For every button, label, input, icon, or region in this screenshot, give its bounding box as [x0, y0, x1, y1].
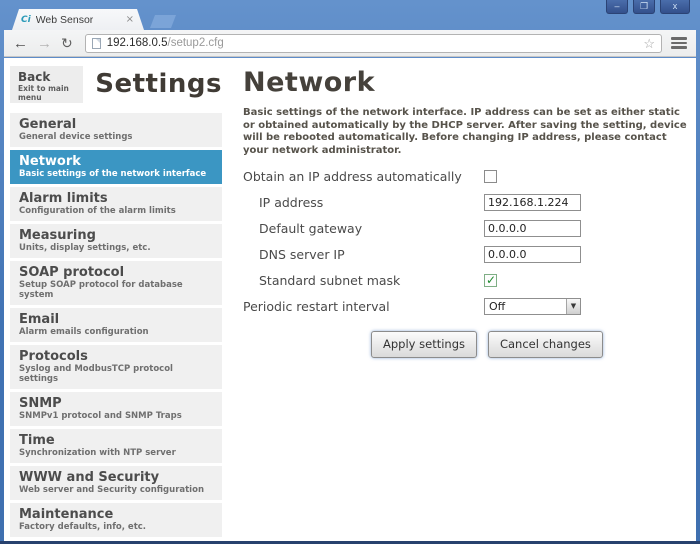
- sidebar-item-label: General: [19, 117, 213, 132]
- sidebar-item-label: Maintenance: [19, 507, 213, 522]
- subnet-mask-checkbox[interactable]: [484, 274, 497, 287]
- page-content: Back Exit to main menu Settings General …: [4, 58, 696, 541]
- back-nav-icon[interactable]: ←: [13, 36, 28, 51]
- browser-window: Ci Web Sensor × – ❐ x ← → ↻ 192.168.0.5 …: [0, 0, 700, 544]
- tab-favicon-icon: Ci: [21, 15, 31, 25]
- sidebar-item-desc: Basic settings of the network interface: [19, 169, 213, 179]
- sidebar-item-time[interactable]: Time Synchronization with NTP server: [10, 429, 222, 463]
- sidebar-item-protocols[interactable]: Protocols Syslog and ModbusTCP protocol …: [10, 345, 222, 389]
- default-gateway-label: Default gateway: [243, 221, 484, 236]
- sidebar-item-desc: SNMPv1 protocol and SNMP Traps: [19, 411, 213, 421]
- back-button-label: Back: [18, 70, 75, 84]
- sidebar-item-email[interactable]: Email Alarm emails configuration: [10, 308, 222, 342]
- address-bar[interactable]: 192.168.0.5 /setup2.cfg ☆: [85, 34, 662, 53]
- form-row-ip-address: IP address: [243, 194, 695, 210]
- sidebar-item-desc: Synchronization with NTP server: [19, 448, 213, 458]
- page-description: Basic settings of the network interface.…: [243, 107, 695, 157]
- form-row-subnet-mask: Standard subnet mask: [243, 272, 695, 288]
- sidebar-item-desc: Setup SOAP protocol for database system: [19, 280, 213, 300]
- sidebar-item-label: Network: [19, 154, 213, 169]
- dhcp-label: Obtain an IP address automatically: [243, 169, 484, 184]
- page-title: Network: [243, 68, 695, 98]
- sidebar-item-snmp[interactable]: SNMP SNMPv1 protocol and SNMP Traps: [10, 392, 222, 426]
- sidebar-item-maintenance[interactable]: Maintenance Factory defaults, info, etc.: [10, 503, 222, 537]
- url-path: /setup2.cfg: [168, 37, 224, 49]
- sidebar-item-www-and-security[interactable]: WWW and Security Web server and Security…: [10, 466, 222, 500]
- cancel-changes-button[interactable]: Cancel changes: [488, 331, 603, 358]
- form-buttons: Apply settings Cancel changes: [371, 331, 695, 358]
- network-settings-panel: Network Basic settings of the network in…: [222, 66, 700, 541]
- ip-address-field[interactable]: [484, 194, 581, 211]
- dns-server-field[interactable]: [484, 246, 581, 263]
- tab-close-icon[interactable]: ×: [126, 15, 134, 25]
- new-tab-button[interactable]: [150, 15, 176, 28]
- browser-titlebar: Ci Web Sensor × – ❐ x: [0, 0, 700, 30]
- sidebar-item-label: SNMP: [19, 396, 213, 411]
- url-host: 192.168.0.5: [107, 37, 168, 49]
- sidebar-item-desc: Configuration of the alarm limits: [19, 206, 213, 216]
- sidebar-item-network[interactable]: Network Basic settings of the network in…: [10, 150, 222, 184]
- form-row-dhcp: Obtain an IP address automatically: [243, 168, 695, 184]
- browser-toolbar: ← → ↻ 192.168.0.5 /setup2.cfg ☆: [4, 30, 696, 57]
- sidebar-item-desc: Factory defaults, info, etc.: [19, 522, 213, 532]
- sidebar-header: Back Exit to main menu Settings: [10, 66, 222, 103]
- close-window-button[interactable]: x: [660, 0, 690, 14]
- settings-sidebar: Back Exit to main menu Settings General …: [10, 66, 222, 541]
- form-row-restart-interval: Periodic restart interval Off ▼: [243, 298, 695, 314]
- sidebar-item-desc: Syslog and ModbusTCP protocol settings: [19, 364, 213, 384]
- sidebar-item-general[interactable]: General General device settings: [10, 113, 222, 147]
- ip-address-label: IP address: [243, 195, 484, 210]
- sidebar-item-desc: Alarm emails configuration: [19, 327, 213, 337]
- back-button-sublabel: Exit to main menu: [18, 84, 75, 102]
- bookmark-star-icon[interactable]: ☆: [643, 37, 655, 50]
- sidebar-item-measuring[interactable]: Measuring Units, display settings, etc.: [10, 224, 222, 258]
- chevron-down-icon: ▼: [566, 299, 580, 314]
- sidebar-item-desc: Web server and Security configuration: [19, 485, 213, 495]
- sidebar-item-alarm-limits[interactable]: Alarm limits Configuration of the alarm …: [10, 187, 222, 221]
- apply-settings-button[interactable]: Apply settings: [371, 331, 477, 358]
- restart-interval-label: Periodic restart interval: [243, 299, 484, 314]
- page-document-icon: [92, 38, 101, 49]
- restart-interval-select[interactable]: Off ▼: [484, 298, 581, 315]
- window-controls: – ❐ x: [606, 0, 690, 14]
- subnet-mask-label: Standard subnet mask: [243, 273, 484, 288]
- chrome-menu-icon[interactable]: [671, 37, 687, 49]
- dns-server-label: DNS server IP: [243, 247, 484, 262]
- sidebar-item-label: WWW and Security: [19, 470, 213, 485]
- form-row-default-gateway: Default gateway: [243, 220, 695, 236]
- sidebar-item-label: Protocols: [19, 349, 213, 364]
- sidebar-item-desc: General device settings: [19, 132, 213, 142]
- form-row-dns-server: DNS server IP: [243, 246, 695, 262]
- sidebar-item-soap-protocol[interactable]: SOAP protocol Setup SOAP protocol for da…: [10, 261, 222, 305]
- sidebar-item-desc: Units, display settings, etc.: [19, 243, 213, 253]
- browser-tab[interactable]: Ci Web Sensor ×: [12, 9, 144, 30]
- sidebar-item-label: SOAP protocol: [19, 265, 213, 280]
- sidebar-item-label: Alarm limits: [19, 191, 213, 206]
- back-to-main-menu-button[interactable]: Back Exit to main menu: [10, 66, 83, 103]
- restart-interval-value: Off: [489, 300, 505, 313]
- sidebar-item-label: Email: [19, 312, 213, 327]
- default-gateway-field[interactable]: [484, 220, 581, 237]
- sidebar-item-label: Measuring: [19, 228, 213, 243]
- sidebar-item-label: Time: [19, 433, 213, 448]
- minimize-button[interactable]: –: [606, 0, 628, 14]
- dhcp-checkbox[interactable]: [484, 170, 497, 183]
- forward-nav-icon[interactable]: →: [37, 36, 52, 51]
- settings-page-title: Settings: [95, 66, 222, 103]
- reload-icon[interactable]: ↻: [61, 36, 73, 51]
- maximize-button[interactable]: ❐: [633, 0, 655, 14]
- tab-title: Web Sensor: [36, 14, 94, 26]
